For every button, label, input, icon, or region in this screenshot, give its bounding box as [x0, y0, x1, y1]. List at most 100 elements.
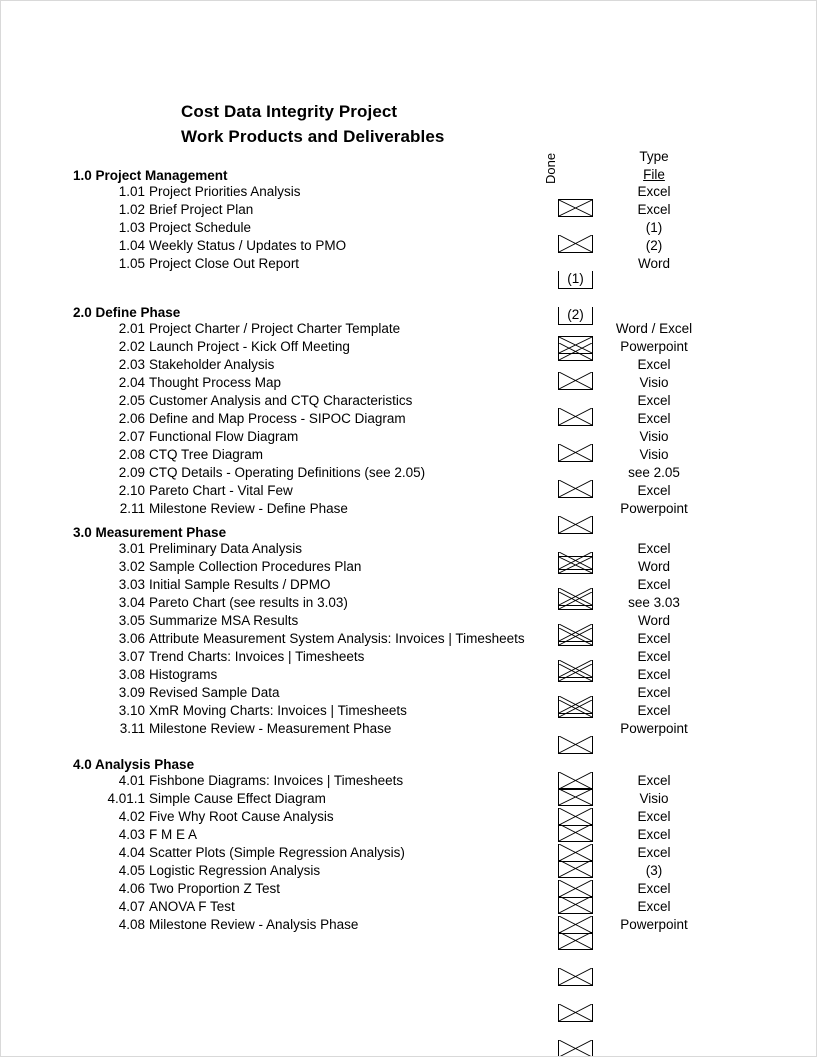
row-file-type: Excel	[637, 649, 671, 664]
table-row: 2.03 Stakeholder Analysis Excel	[1, 356, 816, 426]
row-number: 4.04	[118, 845, 145, 860]
table-row: 2.01 Project Charter / Project Charter Te…	[1, 320, 816, 354]
table-row: 2.09 CTQ Details - Operating Definitions …	[1, 464, 816, 642]
row-file-type: Excel	[637, 577, 671, 592]
table-row: 3.04 Pareto Chart (see results in 3.03) se…	[1, 594, 816, 682]
table-row: 2.06 Define and Map Process - SIPOC Diagr…	[1, 410, 816, 534]
row-file-type: Excel	[637, 899, 671, 914]
row-file-type: Powerpoint	[620, 721, 688, 736]
row-file-type: Word	[637, 256, 670, 271]
table-row: 4.06 Two Proportion Z Test Excel	[1, 880, 816, 1022]
row-label: Preliminary Data Analysis	[149, 541, 303, 556]
row-label: Fishbone Diagrams: Invoices | Timesheets	[149, 773, 404, 788]
row-number: 2.08	[118, 447, 145, 462]
table-row: 4.01 Fishbone Diagrams: Invoices | Timesh…	[1, 772, 816, 806]
table-row: 1.03 Project Schedule (1) (1)	[1, 219, 816, 289]
table-row: 2.11 Milestone Review - Define Phase Power…	[1, 500, 816, 714]
row-number: 4.02	[118, 809, 145, 824]
row-label: ANOVA F Test	[149, 899, 235, 914]
table-row: 4.07 ANOVA F Test Excel	[1, 898, 816, 1056]
table-row: 2.08 CTQ Tree Diagram Visio	[1, 446, 816, 606]
document-page: Cost Data Integrity Project Work Product…	[0, 0, 817, 1057]
row-file-type: Excel	[637, 184, 671, 199]
row-number: 4.01	[118, 773, 145, 788]
row-file-type: Excel	[637, 411, 671, 426]
done-checkbox-cell[interactable]	[558, 932, 593, 950]
table-row: 2.10 Pareto Chart - Vital Few Excel	[1, 482, 816, 678]
table-row: 3.11 Milestone Review - Measurement Phase…	[1, 720, 816, 934]
row-label: Milestone Review - Analysis Phase	[149, 917, 359, 932]
row-label: Sample Collection Procedures Plan	[149, 559, 362, 574]
table-row: 2.05 Customer Analysis and CTQ Characteri…	[1, 392, 816, 498]
row-file-type: Excel	[637, 357, 671, 372]
row-label: Project Close Out Report	[149, 256, 300, 271]
row-label: Five Why Root Cause Analysis	[149, 809, 334, 824]
row-number: 3.02	[118, 559, 145, 574]
cross-out-icon	[559, 1004, 592, 1021]
row-number: 1.01	[118, 184, 145, 199]
table-row: 3.10 XmR Moving Charts: Invoices | Timesh…	[1, 702, 816, 898]
row-number: 2.09	[118, 465, 145, 480]
row-file-type: Excel	[637, 881, 671, 896]
row-label: Histograms	[149, 667, 218, 682]
done-checkbox-cell[interactable]	[558, 968, 593, 986]
done-checkbox-cell[interactable]	[558, 736, 593, 754]
row-label: XmR Moving Charts: Invoices | Timesheets	[149, 703, 407, 718]
row-file-type: Word / Excel	[615, 321, 693, 336]
table-row: 3.03 Initial Sample Results / DPMO Excel	[1, 576, 816, 646]
row-file-type: Excel	[637, 703, 671, 718]
row-label: Brief Project Plan	[149, 202, 254, 217]
row-file-type: see 3.03	[628, 595, 680, 610]
row-number: 3.11	[119, 721, 145, 736]
row-file-type: Visio	[639, 447, 669, 462]
row-label: Simple Cause Effect Diagram	[149, 791, 326, 806]
table-row: 3.05 Summarize MSA Results Word	[1, 612, 816, 718]
table-row: 2.07 Functional Flow Diagram Visio	[1, 428, 816, 570]
table-row: 4.03 F M E A Excel	[1, 826, 816, 914]
table-row: 2.02 Launch Project - Kick Off Meeting Pow…	[1, 338, 816, 390]
row-file-type: Excel	[637, 827, 671, 842]
row-label: Stakeholder Analysis	[149, 357, 275, 372]
row-number: 3.06	[118, 631, 145, 646]
row-number: 4.07	[118, 899, 145, 914]
row-file-type: Excel	[637, 809, 671, 824]
cross-out-icon	[559, 1040, 592, 1057]
table-row: 1.01 Project Priorities Analysis Excel	[1, 183, 816, 217]
row-file-type: Excel	[637, 393, 671, 408]
row-number: 2.06	[118, 411, 145, 426]
done-checkbox-cell[interactable]	[558, 1040, 593, 1057]
row-number: 4.08	[118, 917, 145, 932]
row-number: 1.02	[118, 202, 145, 217]
row-file-type: Excel	[637, 685, 671, 700]
row-file-type: Powerpoint	[620, 339, 688, 354]
row-number: 2.05	[118, 393, 145, 408]
row-label: CTQ Details - Operating Definitions (see…	[149, 465, 426, 480]
cross-out-icon	[559, 736, 592, 753]
row-file-type: Word	[637, 559, 670, 574]
type-column-header-label: Type	[639, 149, 669, 164]
row-label: Launch Project - Kick Off Meeting	[149, 339, 350, 354]
row-number: 3.09	[118, 685, 145, 700]
row-file-type: Word	[637, 613, 670, 628]
done-checkbox-cell[interactable]	[558, 1004, 593, 1022]
document-title: Cost Data Integrity Project Work Product…	[181, 99, 444, 149]
table-row: 4.02 Five Why Root Cause Analysis Excel	[1, 808, 816, 878]
row-file-type: Visio	[639, 375, 669, 390]
row-number: 3.10	[118, 703, 145, 718]
row-label: Pareto Chart - Vital Few	[149, 483, 293, 498]
done-checkbox-cell[interactable]: (1)	[558, 271, 593, 289]
row-label: Customer Analysis and CTQ Characteristic…	[149, 393, 413, 408]
row-number: 1.03	[118, 220, 145, 235]
table-row: 3.08 Histograms Excel	[1, 666, 816, 826]
row-file-type: Excel	[637, 541, 671, 556]
table-row: 3.07 Trend Charts: Invoices | Timesheets E…	[1, 648, 816, 790]
row-label: Initial Sample Results / DPMO	[149, 577, 331, 592]
row-number: 2.07	[118, 429, 145, 444]
row-label: Project Schedule	[149, 220, 252, 235]
row-file-type: Powerpoint	[620, 917, 688, 932]
row-number: 3.04	[118, 595, 145, 610]
row-file-type: Excel	[637, 202, 671, 217]
row-number: 2.11	[119, 501, 145, 516]
row-number: 2.01	[118, 321, 145, 336]
title-line-2: Work Products and Deliverables	[181, 127, 445, 146]
